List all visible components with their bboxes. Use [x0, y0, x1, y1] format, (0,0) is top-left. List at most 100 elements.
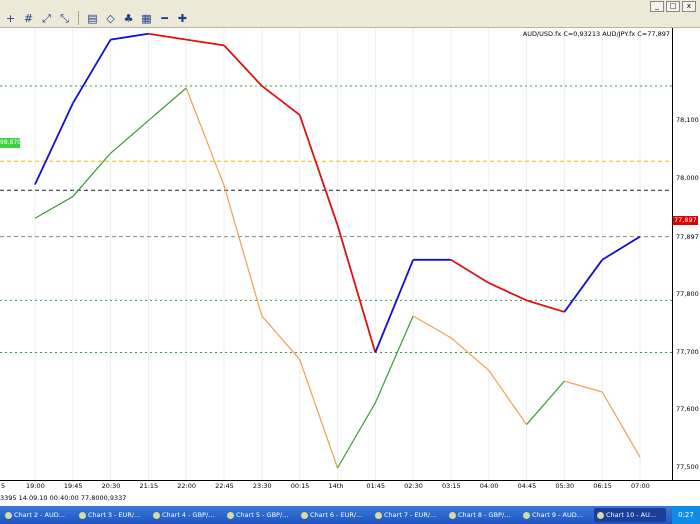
taskbar-tab[interactable]: Chart 9 - AUD... [520, 508, 592, 522]
audusd-segment [34, 196, 74, 219]
time-axis-label: 20:30 [101, 482, 121, 490]
color-icon[interactable]: ♣ [122, 12, 135, 25]
taskbar-tab[interactable]: Chart 2 - AUD... [2, 508, 74, 522]
app-icon [227, 511, 234, 519]
time-axis-label: 21:15 [139, 482, 159, 490]
audusd-segment [374, 315, 414, 404]
time-axis-label: 03:15 [441, 482, 461, 490]
app-icon [523, 511, 530, 519]
crosshair-icon[interactable]: + [4, 12, 17, 25]
audjpy-segment [526, 299, 565, 313]
minus-icon[interactable]: ━ [158, 12, 171, 25]
time-axis-label: 05:30 [555, 482, 575, 490]
taskbar-tab-label: Chart 7 - EUR/... [384, 511, 437, 519]
audusd-segment [110, 120, 149, 154]
audusd-segment [450, 337, 490, 371]
plus-icon[interactable]: ✚ [176, 12, 189, 25]
audjpy-segment [488, 282, 527, 302]
taskbar-tab-label: Chart 6 - EUR/... [310, 511, 363, 519]
price-chart[interactable] [0, 28, 672, 480]
close-button[interactable]: x [682, 1, 696, 12]
app-icon [597, 511, 604, 519]
time-axis-label: 23:30 [252, 482, 272, 490]
taskbar-tab-label: Chart 5 - GBP/... [236, 511, 289, 519]
app-icon [5, 511, 12, 519]
app-icon [79, 511, 86, 519]
app-icon [301, 511, 308, 519]
audusd-segment [526, 380, 565, 425]
time-axis-label: 04:45 [517, 482, 537, 490]
properties-icon[interactable]: ▦ [140, 12, 153, 25]
audjpy-segment [336, 224, 377, 353]
audjpy-segment [148, 32, 187, 41]
info-bar: 3395 14.09.10 00:40:00 77,8000,9337 [0, 493, 700, 503]
chart-toolbar: + # ⤢ ⤡ ▤ ◇ ♣ ▦ ━ ✚ _ □ x [0, 0, 700, 28]
audjpy-segment [601, 235, 641, 261]
taskbar-tab[interactable]: Chart 5 - GBP/... [224, 508, 296, 522]
taskbar: Chart 2 - AUD... Chart 3 - EUR/... Chart 4… [0, 506, 700, 524]
time-axis-label: 14th [328, 482, 344, 490]
toolbar-separator [78, 11, 79, 25]
price-axis-label: 77,800 [676, 289, 699, 298]
audjpy-segment [34, 102, 74, 185]
time-axis-label: 5 [1, 482, 6, 490]
minimize-button[interactable]: _ [650, 1, 664, 12]
time-axis-label: 22:45 [215, 482, 234, 490]
taskbar-tab-label: Chart 2 - AUD... [14, 511, 65, 519]
chart-area[interactable] [0, 28, 700, 480]
audjpy-segment [72, 39, 112, 104]
audusd-segment [336, 402, 376, 469]
window-controls: _ □ x [650, 1, 696, 12]
price-axis-label: 77,500 [676, 463, 699, 472]
taskbar-tab[interactable]: Chart 7 - EUR/... [372, 508, 444, 522]
audusd-segment [299, 359, 339, 469]
toolbar-icons: + # ⤢ ⤡ ▤ ◇ ♣ ▦ ━ ✚ [4, 10, 189, 26]
taskbar-tab-label: Chart 8 - GBP/... [458, 511, 511, 519]
price-axis-label: 77,600 [676, 405, 699, 414]
chart-legend: AUD/USD.fx C=0,93213 AUD/JPY.fx C=77,897 [522, 30, 670, 38]
taskbar-tab-label: Chart 10 - AU... [606, 511, 657, 519]
taskbar-tab-label: Chart 4 - GBP/... [162, 511, 215, 519]
audusd-segment [564, 380, 603, 393]
taskbar-tab[interactable]: Chart 4 - GBP/... [150, 508, 222, 522]
audjpy-segment [223, 44, 263, 87]
taskbar-tab-label: Chart 3 - EUR/... [88, 511, 141, 519]
taskbar-tab[interactable]: Chart 10 - AU... [594, 508, 666, 522]
audusd-segment [223, 185, 263, 317]
audjpy-segment [298, 114, 339, 226]
taskbar-tab-label: Chart 9 - AUD... [532, 511, 583, 519]
price-axis-label: 77,700 [676, 347, 699, 356]
time-axis-label: 22:00 [177, 482, 196, 490]
app-icon [153, 511, 160, 519]
zoom-in-icon[interactable]: ⤢ [40, 12, 53, 25]
time-axis-label: 19:45 [63, 482, 83, 490]
time-axis-label: 00:15 [290, 482, 310, 490]
time-axis-label: 01:45 [366, 482, 386, 490]
chart-type-icon[interactable]: ▤ [86, 12, 99, 25]
app-icon [449, 511, 456, 519]
price-axis-label: 78,100 [676, 115, 699, 124]
zoom-out-icon[interactable]: ⤡ [58, 12, 71, 25]
audusd-segment [488, 369, 528, 425]
audusd-segment [601, 391, 641, 458]
audusd-segment [412, 315, 452, 339]
left-price-tag: 98,870 [0, 138, 21, 148]
audjpy-segment [374, 259, 414, 353]
time-axis-label: 07:00 [631, 482, 650, 490]
grid-icon[interactable]: # [22, 12, 35, 25]
price-axis-label: 78,000 [676, 173, 699, 182]
taskbar-tab[interactable]: Chart 6 - EUR/... [298, 508, 370, 522]
audjpy-segment [261, 85, 301, 116]
audjpy-segment [186, 38, 225, 47]
price-axis-label: 77,897 [676, 233, 699, 242]
eraser-icon[interactable]: ◇ [104, 12, 117, 25]
current-price-tag: 77,897 [673, 216, 698, 225]
time-axis-label: 06:15 [593, 482, 612, 490]
taskbar-tab[interactable]: Chart 8 - GBP/... [446, 508, 518, 522]
maximize-button[interactable]: □ [666, 1, 680, 12]
audjpy-segment [110, 32, 149, 41]
app-icon [375, 511, 382, 519]
time-axis-label: 19:00 [26, 482, 45, 490]
taskbar-tab[interactable]: Chart 3 - EUR/... [76, 508, 148, 522]
time-axis-label: 04:00 [479, 482, 499, 490]
